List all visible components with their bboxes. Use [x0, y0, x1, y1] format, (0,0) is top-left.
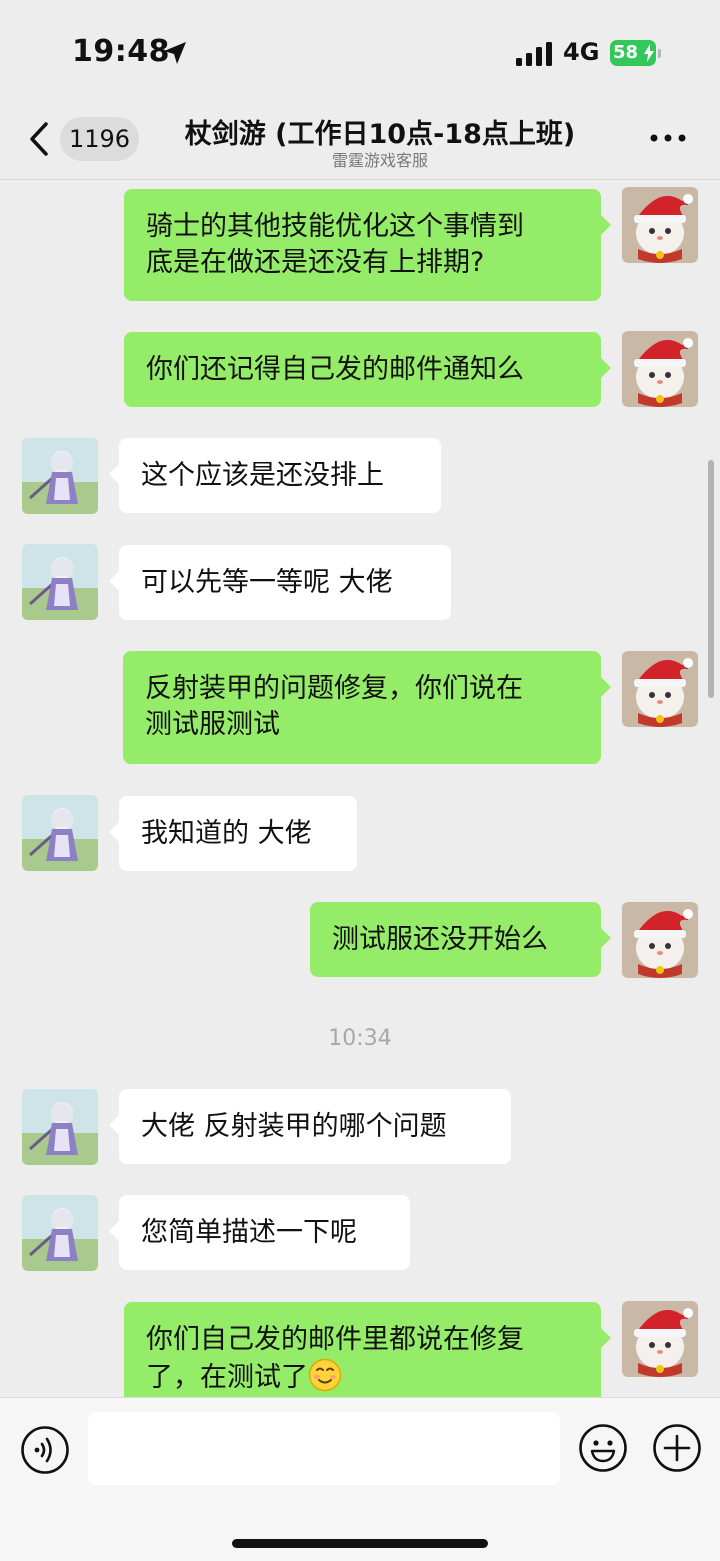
- message-bubble[interactable]: 可以先等一等呢 大佬: [109, 545, 451, 620]
- message-line: 您简单描述一下呢: [141, 1217, 357, 1248]
- cellular-signal-icon: [516, 42, 552, 66]
- voice-icon[interactable]: [20, 1425, 70, 1475]
- message-list[interactable]: 骑士的其他技能优化这个事情到 底是在做还是还没有上排期? 你们还记得自己发的邮件…: [0, 181, 720, 1397]
- contact-avatar[interactable]: [22, 1195, 98, 1271]
- location-arrow-icon: [164, 42, 186, 64]
- my-avatar[interactable]: [622, 651, 698, 727]
- message-line: 了，在测试了: [146, 1362, 308, 1393]
- message-bubble[interactable]: 我知道的 大佬: [109, 796, 357, 871]
- chevron-left-icon[interactable]: [26, 120, 54, 158]
- bubble-tail: [109, 571, 119, 591]
- message-line: 这个应该是还没排上: [141, 460, 384, 491]
- network-type: 4G: [563, 38, 600, 66]
- battery-cap: [658, 49, 661, 58]
- message-line: 测试服还没开始么: [332, 924, 548, 955]
- status-time: 19:48: [72, 34, 170, 69]
- my-avatar[interactable]: [622, 1301, 698, 1377]
- anime-character-avatar-image: [22, 438, 98, 514]
- message-timestamp: 10:34: [328, 1026, 392, 1051]
- message-bubble[interactable]: 您简单描述一下呢: [109, 1195, 410, 1270]
- plus-icon[interactable]: [652, 1423, 702, 1473]
- contact-avatar[interactable]: [22, 795, 98, 871]
- my-avatar[interactable]: [622, 187, 698, 263]
- cat-avatar-image: [622, 331, 698, 407]
- message-bubble[interactable]: 你们自己发的邮件里都说在修复 了，在测试了: [124, 1302, 611, 1397]
- my-avatar[interactable]: [622, 902, 698, 978]
- battery-indicator: 58: [610, 40, 661, 66]
- message-line: 你们自己发的邮件里都说在修复: [146, 1324, 524, 1355]
- message-input[interactable]: [88, 1412, 560, 1485]
- message-bubble[interactable]: 反射装甲的问题修复，你们说在 测试服测试: [123, 651, 611, 764]
- unread-count-badge[interactable]: 1196: [60, 117, 139, 161]
- cat-avatar-image: [622, 1301, 698, 1377]
- cat-avatar-image: [622, 187, 698, 263]
- emoji-icon[interactable]: [578, 1423, 628, 1473]
- bubble-tail: [601, 358, 611, 378]
- chat-subtitle: 雷霆游戏客服: [331, 151, 428, 170]
- scrollbar-thumb[interactable]: [708, 460, 714, 698]
- anime-character-avatar-image: [22, 544, 98, 620]
- bubble-tail: [109, 822, 119, 842]
- message-bubble[interactable]: 你们还记得自己发的邮件通知么: [124, 332, 611, 407]
- message-line: 底是在做还是还没有上排期?: [146, 247, 485, 278]
- message-bubble[interactable]: 大佬 反射装甲的哪个问题: [109, 1089, 511, 1164]
- home-indicator[interactable]: [232, 1539, 488, 1548]
- message-bubble[interactable]: 测试服还没开始么: [310, 902, 611, 977]
- message-line: 你们还记得自己发的邮件通知么: [146, 354, 524, 385]
- message-bubble[interactable]: 这个应该是还没排上: [109, 438, 441, 513]
- more-dots-icon[interactable]: [648, 128, 688, 148]
- anime-character-avatar-image: [22, 1195, 98, 1271]
- bubble-tail: [601, 215, 611, 235]
- cat-avatar-image: [622, 651, 698, 727]
- my-avatar[interactable]: [622, 331, 698, 407]
- smiling-face-emoji-icon: [308, 1358, 342, 1392]
- bubble-tail: [109, 1221, 119, 1241]
- message-line: 可以先等一等呢 大佬: [141, 567, 393, 598]
- bubble-tail: [109, 1115, 119, 1135]
- charging-bolt-icon: [644, 44, 654, 62]
- cat-avatar-image: [622, 902, 698, 978]
- contact-avatar[interactable]: [22, 544, 98, 620]
- contact-avatar[interactable]: [22, 438, 98, 514]
- contact-avatar[interactable]: [22, 1089, 98, 1165]
- message-line: 测试服测试: [145, 709, 280, 740]
- message-input-bar: [0, 1397, 720, 1561]
- message-line-with-emoji: 了，在测试了: [146, 1358, 579, 1396]
- message-line: 大佬 反射装甲的哪个问题: [141, 1111, 447, 1142]
- message-line: 反射装甲的问题修复，你们说在: [145, 673, 523, 704]
- chat-title[interactable]: 杖剑游 (工作日10点-18点上班): [140, 112, 620, 151]
- anime-character-avatar-image: [22, 795, 98, 871]
- bubble-tail: [601, 928, 611, 948]
- bubble-tail: [601, 677, 611, 697]
- status-bar: 19:48 4G 58: [0, 0, 720, 100]
- message-line: 骑士的其他技能优化这个事情到: [146, 211, 524, 242]
- message-line: 我知道的 大佬: [141, 818, 312, 849]
- anime-character-avatar-image: [22, 1089, 98, 1165]
- bubble-tail: [109, 464, 119, 484]
- bubble-tail: [601, 1328, 611, 1348]
- chat-header: 1196 杖剑游 (工作日10点-18点上班) 雷霆游戏客服: [0, 100, 720, 180]
- message-bubble[interactable]: 骑士的其他技能优化这个事情到 底是在做还是还没有上排期?: [124, 189, 611, 301]
